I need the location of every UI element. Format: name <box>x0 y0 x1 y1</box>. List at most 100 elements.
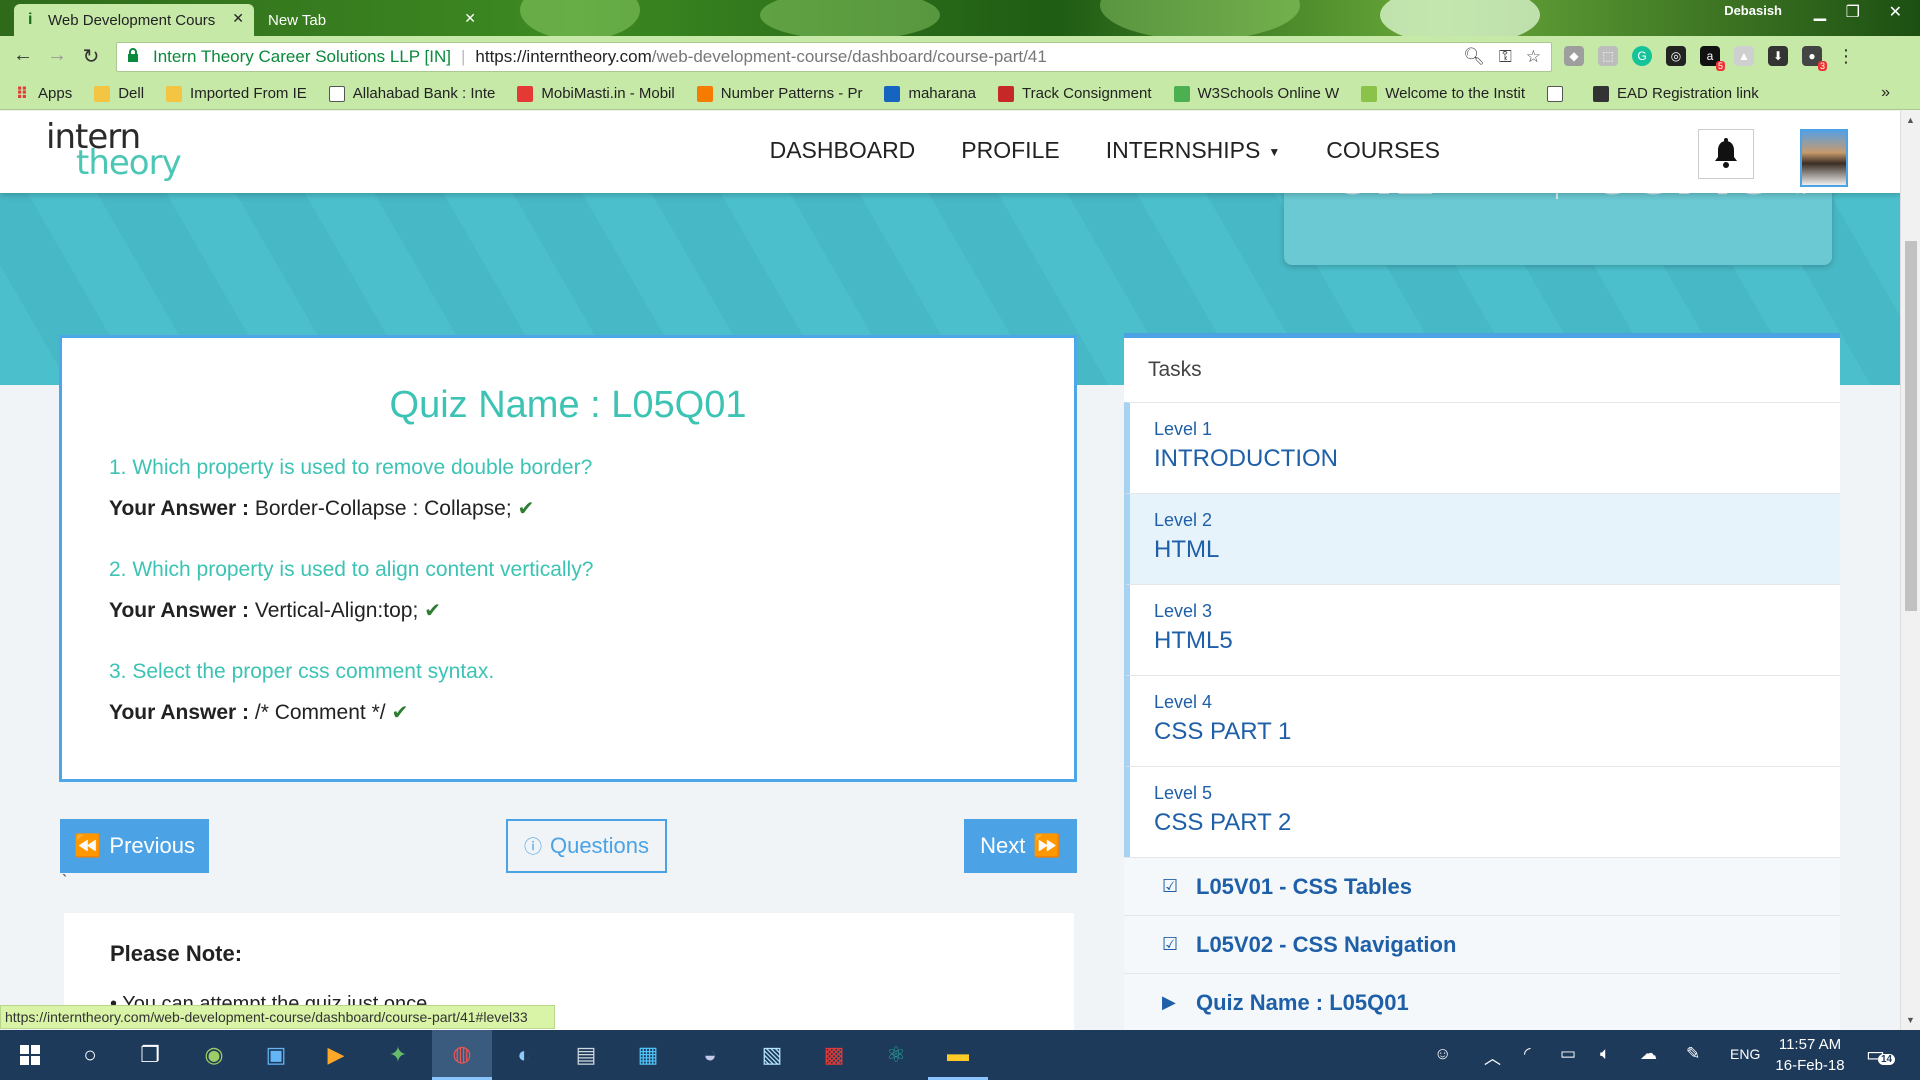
task-level-2[interactable]: Level 2 HTML <box>1124 493 1840 584</box>
question-block: 2. Which property is used to align conte… <box>109 558 593 623</box>
scroll-up-icon[interactable]: ▲ <box>1906 115 1915 125</box>
checkbox-checked-icon: ☑ <box>1162 876 1179 896</box>
app-icon[interactable]: ▦ <box>618 1030 678 1080</box>
language-indicator[interactable]: ENG <box>1730 1046 1760 1062</box>
pen-icon[interactable]: ✎ <box>1686 1044 1700 1064</box>
task-level-3[interactable]: Level 3 HTML5 <box>1124 584 1840 675</box>
app-icon[interactable]: ▣ <box>246 1030 306 1080</box>
task-item-l05v02[interactable]: ☑ L05V02 - CSS Navigation <box>1124 915 1840 973</box>
menu-kebab-icon[interactable]: ⋮ <box>1836 46 1856 66</box>
question-block: 1. Which property is used to remove doub… <box>109 456 592 521</box>
lock-icon <box>127 47 143 68</box>
wifi-icon[interactable]: ◜ <box>1524 1044 1531 1064</box>
chrome-icon[interactable]: ◍ <box>432 1030 492 1080</box>
extension-icon[interactable]: ● 3 <box>1802 46 1827 71</box>
extension-icon[interactable]: ◆ <box>1564 46 1584 66</box>
android-studio-icon[interactable]: ◉ <box>184 1030 244 1080</box>
tab-new-tab[interactable]: New Tab ✕ <box>256 4 486 36</box>
bookmark-item[interactable]: W3Schools Online W <box>1173 85 1339 102</box>
site-header: intern theory DASHBOARD PROFILE INTERNSH… <box>0 111 1900 193</box>
bell-icon <box>1715 138 1737 168</box>
grammarly-icon[interactable]: G <box>1632 46 1652 66</box>
task-level-5[interactable]: Level 5 CSS PART 2 <box>1124 766 1840 857</box>
notifications-bell-button[interactable] <box>1698 129 1754 179</box>
back-arrow-icon[interactable]: ← <box>10 44 36 67</box>
windows-start-icon[interactable] <box>0 1030 60 1080</box>
scrollbar-thumb[interactable] <box>1905 241 1917 611</box>
bookmarks-overflow-icon[interactable]: » <box>1881 84 1890 102</box>
task-item-l05v01[interactable]: ☑ L05V01 - CSS Tables <box>1124 857 1840 915</box>
extension-icon[interactable]: ⬚ <box>1598 46 1618 66</box>
w3schools-icon <box>1173 85 1190 102</box>
interntheory-logo[interactable]: intern theory <box>46 117 186 187</box>
bookmarks-bar: ⠿ Apps Dell Imported From IE Allahabad Bank … <box>0 78 1920 110</box>
question-text: 1. Which property is used to remove doub… <box>109 456 593 479</box>
battery-icon[interactable]: ▭ <box>1560 1044 1576 1064</box>
bookmark-star-icon[interactable]: ☆ <box>1526 47 1541 67</box>
bookmark-item[interactable]: Imported From IE <box>166 85 307 102</box>
task-level-4[interactable]: Level 4 CSS PART 1 <box>1124 675 1840 766</box>
profile-name[interactable]: Debasish <box>1724 3 1782 18</box>
clock[interactable]: 11:57 AM 16-Feb-18 <box>1768 1034 1852 1076</box>
nav-courses[interactable]: COURSES <box>1326 137 1440 164</box>
task-view-icon[interactable]: ❐ <box>120 1030 180 1080</box>
answer-line: Your Answer : /* Comment */✔ <box>109 700 494 725</box>
nav-profile[interactable]: PROFILE <box>961 137 1059 164</box>
task-level-1[interactable]: Level 1 INTRODUCTION <box>1124 402 1840 493</box>
bookmark-item[interactable]: EAD Registration link <box>1593 85 1759 102</box>
cloud-icon[interactable]: ☁ <box>1640 1044 1657 1064</box>
bookmark-item[interactable] <box>1547 85 1571 102</box>
previous-button[interactable]: ⏪ Previous <box>60 819 209 873</box>
app-icon[interactable]: ✦ <box>368 1030 428 1080</box>
tab-web-development-course[interactable]: i Web Development Cours ✕ <box>14 4 254 36</box>
scroll-down-icon[interactable]: ▼ <box>1906 1015 1915 1025</box>
task-item-l05q01[interactable]: ▶ Quiz Name : L05Q01 <box>1124 973 1840 1031</box>
app-icon[interactable]: ▩ <box>804 1030 864 1080</box>
next-button[interactable]: Next ⏩ <box>964 819 1077 873</box>
download-icon[interactable]: ⬇ <box>1768 46 1788 66</box>
bookmark-item[interactable]: Number Patterns - Pr <box>696 85 862 102</box>
database-icon[interactable]: ▤ <box>556 1030 616 1080</box>
reload-icon[interactable]: ↻ <box>78 44 104 69</box>
zoom-icon[interactable]: 🔍︎ <box>1463 47 1485 67</box>
action-center-icon[interactable]: ▭ 14 <box>1866 1042 1896 1067</box>
restore-window-icon[interactable]: ❐ <box>1846 2 1860 22</box>
drive-icon[interactable]: ▲ <box>1734 46 1754 66</box>
address-bar[interactable]: Intern Theory Career Solutions LLP [IN] … <box>116 42 1552 72</box>
bookmark-item[interactable]: Track Consignment <box>998 85 1152 102</box>
chevron-up-icon[interactable]: ︿ <box>1484 1044 1501 1069</box>
close-window-icon[interactable]: ✕ <box>1889 2 1902 22</box>
nav-dashboard[interactable]: DASHBOARD <box>770 137 916 164</box>
atom-icon[interactable]: ⚛ <box>866 1030 926 1080</box>
close-tab-icon[interactable]: ✕ <box>232 10 244 27</box>
people-icon[interactable]: ☺ <box>1434 1044 1451 1064</box>
questions-button[interactable]: ⓘ Questions <box>506 819 667 873</box>
bookmark-item[interactable]: ⠿ Apps <box>14 85 72 103</box>
bookmark-item[interactable]: Allahabad Bank : Inte <box>328 85 495 102</box>
page-scrollbar[interactable]: ▲ ▼ <box>1900 111 1920 1031</box>
forward-arrow-icon[interactable]: → <box>44 44 70 67</box>
level-number: Level 1 <box>1154 419 1213 439</box>
app-icon[interactable]: ◐ <box>494 1030 554 1080</box>
bookmark-item[interactable]: MobiMasti.in - Mobil <box>517 85 675 102</box>
volume-icon[interactable]: 🔈︎ <box>1600 1044 1610 1064</box>
level-name: HTML <box>1154 536 1220 563</box>
file-explorer-icon[interactable]: ▬ <box>928 1030 988 1080</box>
tasks-panel: Tasks Level 1 INTRODUCTION Level 2 HTML … <box>1124 333 1840 1031</box>
user-avatar[interactable] <box>1800 129 1848 187</box>
close-tab-icon[interactable]: ✕ <box>464 10 476 27</box>
key-icon[interactable]: ⚿ <box>1499 47 1512 67</box>
nav-internships[interactable]: INTERNSHIPS ▼ <box>1106 137 1281 164</box>
search-circle-icon[interactable]: ○ <box>60 1030 120 1080</box>
media-player-icon[interactable]: ▶ <box>306 1030 366 1080</box>
level-number: Level 2 <box>1154 510 1213 530</box>
amazon-icon[interactable]: a5 <box>1700 46 1725 71</box>
app-icon[interactable]: ▧ <box>742 1030 802 1080</box>
minimize-window-icon[interactable]: ▁ <box>1814 2 1826 22</box>
eclipse-icon[interactable]: ◒ <box>680 1030 740 1080</box>
bookmark-item[interactable]: maharana <box>884 85 976 102</box>
bookmark-item[interactable]: Welcome to the Instit <box>1361 85 1525 102</box>
bookmark-item[interactable]: Dell <box>94 85 144 102</box>
level-number: Level 3 <box>1154 601 1213 621</box>
extension-icon[interactable]: ◎ <box>1666 46 1686 66</box>
